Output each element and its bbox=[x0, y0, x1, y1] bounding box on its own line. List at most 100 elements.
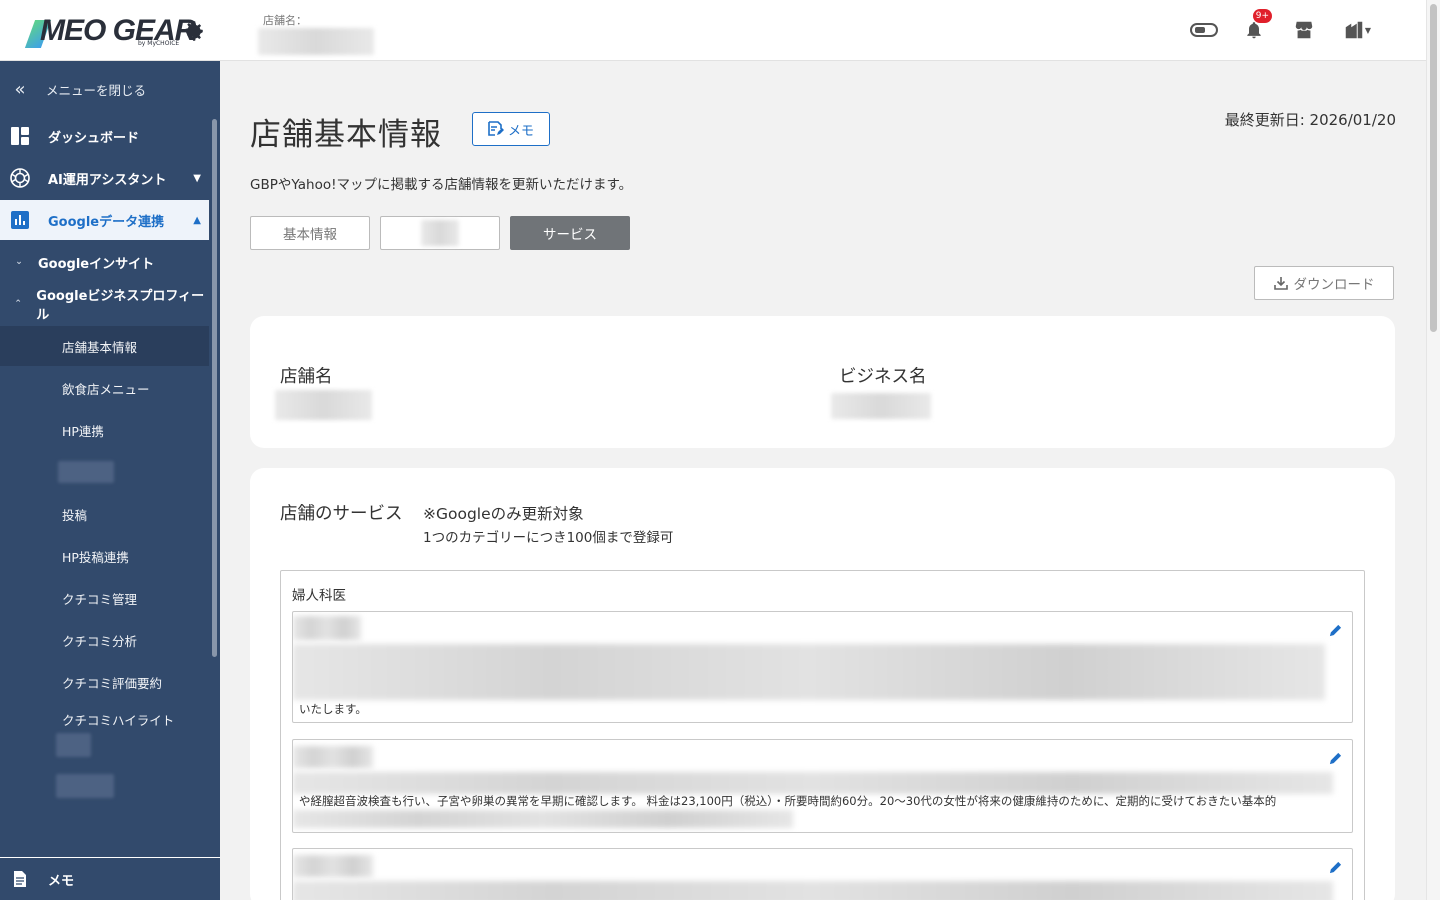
edit-note-icon bbox=[488, 121, 504, 136]
store-name-label: 店舗名 bbox=[280, 367, 333, 387]
close-menu-button[interactable]: « メニューを閉じる bbox=[0, 69, 209, 109]
sidebar-item-label: Googleインサイト bbox=[38, 256, 155, 272]
sidebar-item-google-data[interactable]: Googleデータ連携 ▲ bbox=[0, 200, 209, 240]
sidebar-item-label: ダッシュボード bbox=[48, 130, 140, 146]
caret-up-icon: ▲ bbox=[193, 214, 201, 226]
close-menu-label: メニューを閉じる bbox=[46, 82, 147, 98]
document-icon bbox=[0, 871, 40, 887]
chevron-down-icon: ⌄ bbox=[15, 257, 23, 267]
sidebar-subitem-review-management[interactable]: クチコミ管理 bbox=[0, 578, 209, 618]
scrollbar-thumb[interactable] bbox=[1430, 4, 1437, 332]
gear-icon bbox=[185, 21, 203, 41]
service-name bbox=[293, 616, 361, 640]
sidebar-item-google-insight[interactable]: ⌄ Googleインサイト bbox=[0, 242, 209, 282]
sidebar-item-label: Googleビジネスプロフィール bbox=[36, 289, 205, 323]
download-button[interactable]: ダウンロード bbox=[1254, 266, 1394, 300]
name-card: 店舗名 ビジネス名 bbox=[250, 316, 1395, 448]
sidebar-subitem-label: クチコミ分析 bbox=[62, 633, 138, 649]
sidebar-item-ai-assistant[interactable]: AI運用アシスタント ▼ bbox=[0, 158, 209, 198]
header-icons: 9+ ▼ bbox=[1190, 9, 1374, 44]
sidebar-memo[interactable]: メモ bbox=[0, 857, 220, 900]
double-chevron-left-icon: « bbox=[14, 78, 26, 100]
sidebar-subitem-label: 飲食店メニュー bbox=[62, 381, 150, 397]
sidebar-item-google-business-profile[interactable]: ⌃ Googleビジネスプロフィール bbox=[0, 284, 209, 324]
service-name bbox=[293, 855, 373, 877]
tab-label: サービス bbox=[543, 227, 597, 242]
services-title: 店舗のサービス bbox=[280, 504, 403, 524]
sidebar-subitem-review-analysis[interactable]: クチコミ分析 bbox=[0, 620, 209, 660]
service-text: や経膣超音波検査も行い、子宮や卵巣の異常を早期に確認します。 料金は23,100… bbox=[299, 794, 1277, 808]
app-logo[interactable]: MEO GEAR by MyCHOICE bbox=[24, 12, 210, 52]
pencil-icon[interactable] bbox=[1329, 859, 1342, 878]
sidebar-subitem-label: クチコミ管理 bbox=[62, 591, 138, 607]
sidebar-subitem-label: クチコミ評価要約 bbox=[62, 675, 163, 691]
store-name-value bbox=[275, 390, 372, 420]
service-item[interactable]: や経膣超音波検査も行い、子宮や卵巣の異常を早期に確認します。 料金は23,100… bbox=[292, 739, 1353, 833]
service-item[interactable] bbox=[292, 848, 1353, 900]
sidebar-subitem-review-summary[interactable]: クチコミ評価要約 bbox=[0, 662, 209, 702]
redacted-tab-label bbox=[421, 220, 459, 246]
download-label: ダウンロード bbox=[1293, 277, 1375, 292]
last-updated: 最終更新日: 2026/01/20 bbox=[1224, 111, 1396, 129]
service-description bbox=[293, 881, 1333, 900]
page-title: 店舗基本情報 bbox=[250, 117, 442, 153]
sidebar-subitem-review-highlight[interactable]: クチコミハイライト bbox=[0, 699, 209, 739]
sidebar: « メニューを閉じる ダッシュボード AI運用アシスタント ▼ Googleデー… bbox=[0, 61, 220, 900]
services-card: 店舗のサービス ※Googleのみ更新対象 1つのカテゴリーにつき100個まで登… bbox=[250, 468, 1395, 900]
memo-button[interactable]: メモ bbox=[472, 112, 550, 146]
service-item[interactable]: いたします。 bbox=[292, 611, 1353, 723]
tab-redacted[interactable] bbox=[380, 216, 500, 250]
sidebar-item-label: Googleデータ連携 bbox=[48, 214, 165, 230]
building-menu-icon[interactable]: ▼ bbox=[1340, 16, 1374, 44]
service-description bbox=[293, 772, 1333, 794]
store-label: 店舗名： bbox=[263, 14, 307, 27]
dashboard-icon bbox=[0, 126, 40, 146]
store-name-value bbox=[258, 28, 374, 55]
sidebar-subitem-hp-post-link[interactable]: HP投稿連携 bbox=[0, 536, 209, 576]
store-icon[interactable] bbox=[1290, 16, 1318, 44]
page-scrollbar[interactable] bbox=[1426, 0, 1440, 900]
pencil-icon[interactable] bbox=[1329, 750, 1342, 769]
main-content: 店舗基本情報 メモ 最終更新日: 2026/01/20 GBPやYahoo!マッ… bbox=[220, 61, 1426, 900]
tab-basic-info[interactable]: 基本情報 bbox=[250, 216, 370, 250]
service-description bbox=[293, 810, 793, 828]
page-description: GBPやYahoo!マップに掲載する店舗情報を更新いただけます。 bbox=[250, 177, 633, 193]
sidebar-subitem-hp-link[interactable]: HP連携 bbox=[0, 410, 209, 450]
business-name-value bbox=[831, 393, 931, 419]
logo-subtext: by MyCHOICE bbox=[138, 40, 180, 47]
sidebar-subitem-store-info[interactable]: 店舗基本情報 bbox=[0, 326, 209, 366]
category-box: 婦人科医 いたします。 や経膣超音波検査も行い、子宮や卵巣の異常を早期に確認しま… bbox=[280, 570, 1365, 900]
category-label: 婦人科医 bbox=[292, 588, 346, 604]
sidebar-subitem-menu[interactable]: 飲食店メニュー bbox=[0, 368, 209, 408]
service-description bbox=[293, 644, 1325, 700]
chevron-down-icon: ▼ bbox=[1364, 25, 1372, 35]
service-text: いたします。 bbox=[299, 702, 367, 716]
chevron-up-icon: ⌃ bbox=[14, 299, 22, 309]
sidebar-subitem-label: クチコミハイライト bbox=[62, 712, 175, 728]
sidebar-item-label: AI運用アシスタント bbox=[48, 172, 167, 188]
sidebar-scrollbar[interactable] bbox=[212, 119, 217, 657]
toggle-icon[interactable] bbox=[1190, 16, 1218, 44]
sidebar-memo-label: メモ bbox=[48, 873, 75, 889]
tab-label: 基本情報 bbox=[283, 227, 337, 242]
memo-button-label: メモ bbox=[507, 122, 534, 138]
sidebar-subitem-label: 店舗基本情報 bbox=[62, 339, 138, 355]
sidebar-subitem-label: HP投稿連携 bbox=[62, 549, 129, 565]
notification-badge: 9+ bbox=[1252, 9, 1272, 23]
services-note: ※Googleのみ更新対象 bbox=[423, 505, 584, 523]
download-icon bbox=[1273, 277, 1288, 290]
sidebar-subitem-label: HP連携 bbox=[62, 423, 104, 439]
caret-down-icon: ▼ bbox=[193, 172, 201, 184]
sidebar-subitem-posts[interactable]: 投稿 bbox=[0, 494, 209, 534]
bell-icon[interactable]: 9+ bbox=[1240, 9, 1272, 44]
sidebar-item-dashboard[interactable]: ダッシュボード bbox=[0, 116, 209, 156]
pencil-icon[interactable] bbox=[1329, 622, 1342, 641]
redacted-subitem[interactable] bbox=[56, 733, 91, 757]
top-header: MEO GEAR by MyCHOICE 店舗名： 9+ ▼ bbox=[0, 0, 1426, 61]
redacted-subitem[interactable] bbox=[58, 461, 114, 483]
openai-icon bbox=[0, 166, 40, 190]
tab-services[interactable]: サービス bbox=[510, 216, 630, 250]
service-name bbox=[293, 746, 373, 768]
redacted-subitem[interactable] bbox=[56, 774, 114, 798]
services-limit-note: 1つのカテゴリーにつき100個まで登録可 bbox=[423, 530, 674, 546]
